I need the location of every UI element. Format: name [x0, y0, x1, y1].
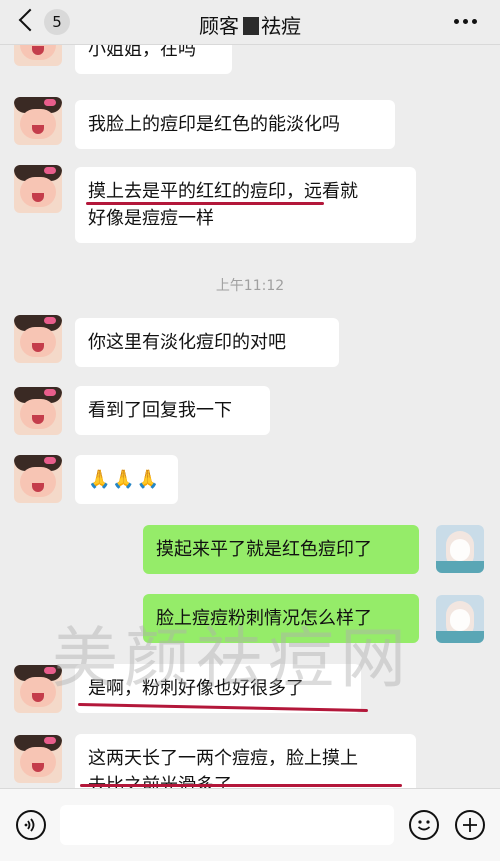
chat-header: 5 顾客 祛痘 — [0, 0, 500, 45]
customer-avatar[interactable] — [14, 455, 62, 503]
plus-icon — [463, 818, 477, 832]
message-text: 看到了回复我一下 — [88, 400, 232, 421]
message-bubble-sent[interactable]: 摸起来平了就是红色痘印了 — [143, 525, 419, 574]
message-list[interactable]: 小姐姐，在吗 我脸上的痘印是红色的能淡化吗 摸上去是平的红红的痘印，远看就 好像… — [0, 45, 500, 788]
my-avatar[interactable] — [436, 525, 484, 573]
customer-avatar[interactable] — [14, 165, 62, 213]
message-text-line: 好像是痘痘一样 — [88, 208, 214, 229]
message-text: 我脸上的痘印是红色的能淡化吗 — [88, 114, 340, 135]
message-input[interactable] — [60, 805, 394, 845]
chat-title-prefix: 顾客 — [199, 14, 239, 38]
message-timestamp: 上午11:12 — [215, 278, 285, 294]
red-underline — [86, 202, 324, 205]
voice-button[interactable] — [16, 810, 46, 840]
redaction-block — [243, 17, 259, 35]
customer-avatar[interactable] — [14, 45, 62, 66]
customer-avatar[interactable] — [14, 97, 62, 145]
customer-avatar[interactable] — [14, 665, 62, 713]
chat-title: 顾客 祛痘 — [0, 10, 500, 39]
message-bubble[interactable]: 摸上去是平的红红的痘印，远看就 好像是痘痘一样 — [75, 167, 416, 243]
red-underline — [80, 784, 402, 787]
message-text-line: 摸上去是平的红红的痘印，远看就 — [88, 181, 358, 202]
message-text: 小姐姐，在吗 — [88, 45, 196, 60]
message-text: 你这里有淡化痘印的对吧 — [88, 332, 286, 353]
message-text: 是啊，粉刺好像也好很多了 — [88, 678, 304, 699]
customer-avatar[interactable] — [14, 315, 62, 363]
message-text: 脸上痘痘粉刺情况怎么样了 — [156, 608, 372, 629]
message-text: 摸起来平了就是红色痘印了 — [156, 539, 372, 560]
customer-avatar[interactable] — [14, 735, 62, 783]
voice-icon — [24, 818, 35, 832]
message-bubble-sent[interactable]: 脸上痘痘粉刺情况怎么样了 — [143, 594, 419, 643]
message-bubble[interactable]: 🙏🙏🙏 — [75, 455, 178, 504]
message-bubble[interactable]: 你这里有淡化痘印的对吧 — [75, 318, 339, 367]
emoji-icon — [417, 820, 431, 831]
input-bar — [0, 788, 500, 861]
message-bubble[interactable]: 我脸上的痘印是红色的能淡化吗 — [75, 100, 395, 149]
plus-button[interactable] — [455, 810, 485, 840]
chat-title-suffix: 祛痘 — [261, 14, 301, 38]
message-text-line: 这两天长了一两个痘痘，脸上摸上 — [88, 748, 358, 769]
emoji-button[interactable] — [409, 810, 439, 840]
message-text: 🙏🙏🙏 — [88, 469, 162, 490]
more-button[interactable] — [454, 19, 477, 25]
customer-avatar[interactable] — [14, 387, 62, 435]
message-bubble[interactable]: 这两天长了一两个痘痘，脸上摸上 去比之前光滑多了 — [75, 734, 416, 788]
message-bubble[interactable]: 看到了回复我一下 — [75, 386, 270, 435]
message-bubble[interactable]: 小姐姐，在吗 — [75, 45, 232, 74]
my-avatar[interactable] — [436, 595, 484, 643]
